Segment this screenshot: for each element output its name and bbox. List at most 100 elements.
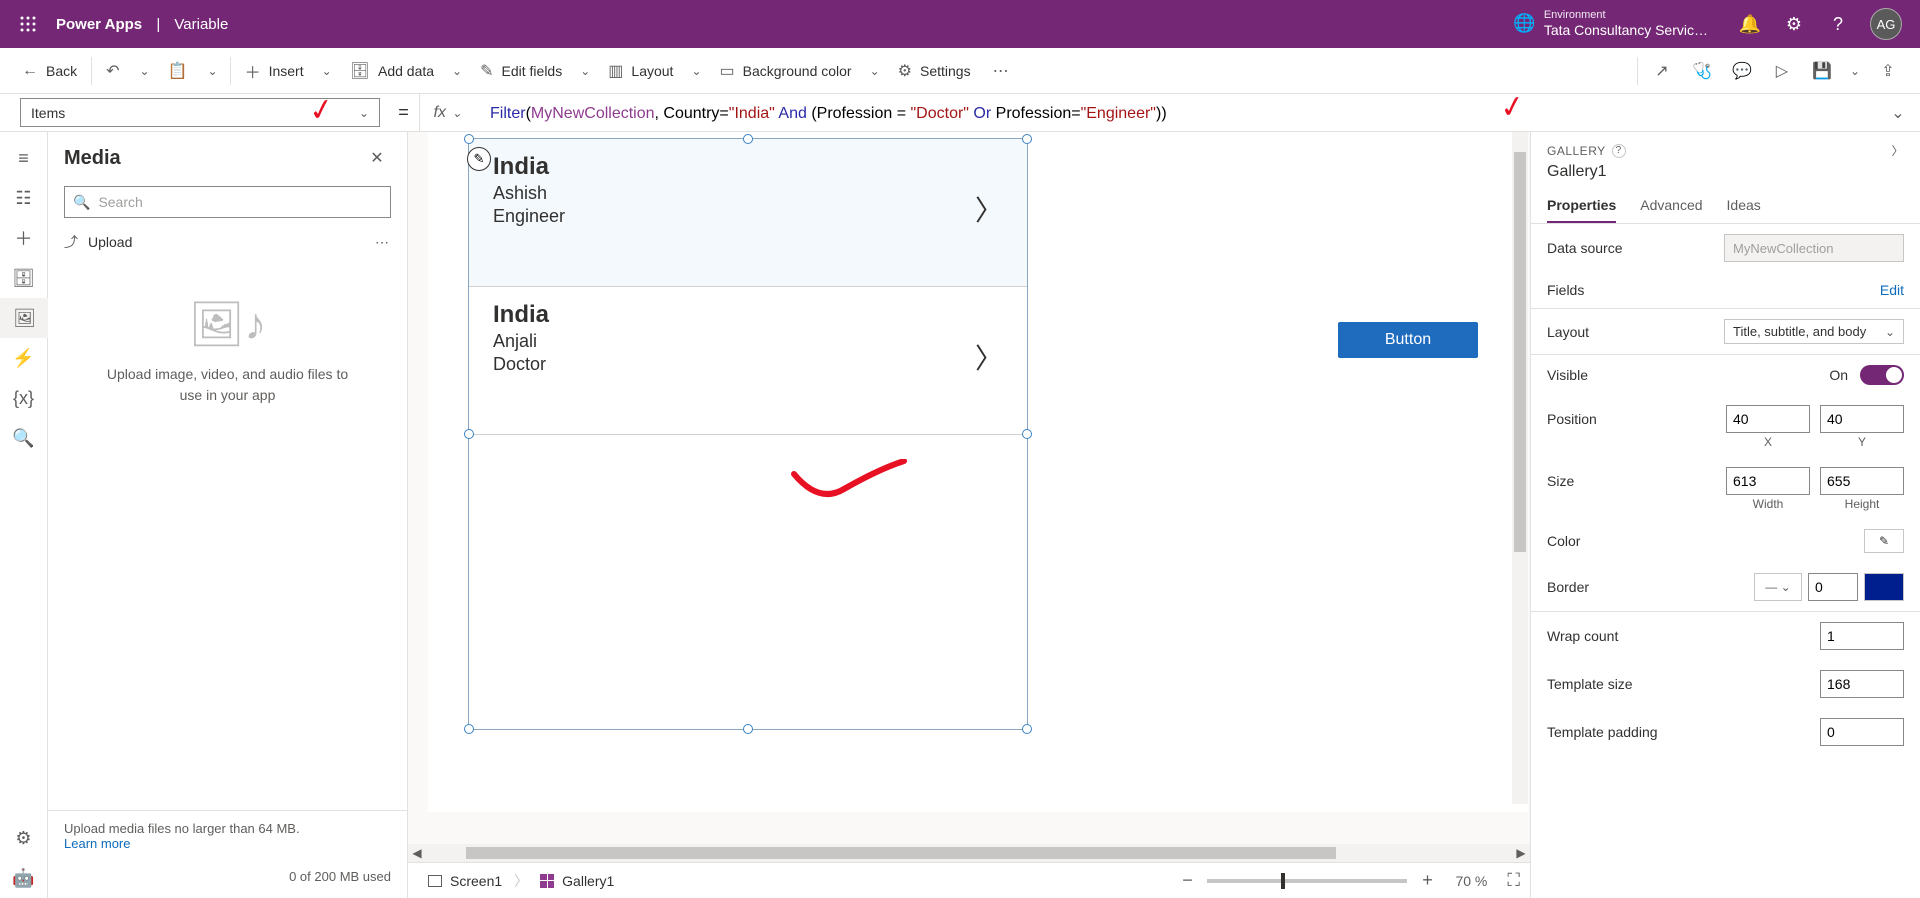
search-placeholder: Search — [98, 194, 142, 210]
search-rail-icon[interactable]: 🔍 — [0, 418, 48, 458]
fit-to-screen-icon[interactable]: ⛶ — [1507, 870, 1520, 891]
zoom-slider[interactable] — [1207, 879, 1407, 883]
zoom-out-button[interactable]: − — [1173, 870, 1201, 891]
resize-handle[interactable] — [1022, 724, 1032, 734]
close-icon[interactable]: ✕ — [363, 144, 391, 172]
border-color-picker[interactable] — [1864, 573, 1904, 601]
data-pane-icon[interactable]: 🗄 — [0, 258, 48, 298]
expand-formula-icon[interactable]: ⌄ — [1876, 103, 1920, 123]
comments-icon[interactable]: 💬 — [1722, 61, 1762, 81]
virtual-agent-icon[interactable]: 🤖 — [0, 858, 48, 898]
canvas-vscrollbar[interactable] — [1512, 132, 1528, 804]
resize-handle[interactable] — [743, 724, 753, 734]
background-color-menu[interactable]: ⌄ — [862, 48, 888, 93]
chevron-right-icon[interactable]: 〉 — [975, 337, 1003, 377]
resize-handle[interactable] — [743, 134, 753, 144]
avatar[interactable]: AG — [1870, 8, 1902, 40]
back-button[interactable]: ←Back — [12, 48, 87, 93]
background-color-button[interactable]: ▭Background color — [710, 48, 862, 93]
property-selector[interactable]: Items ✓ ⌄ — [20, 98, 380, 127]
position-x-input[interactable] — [1726, 405, 1810, 433]
border-width-input[interactable] — [1808, 573, 1858, 601]
tree-view-icon[interactable]: ☷ — [0, 178, 48, 218]
rail-settings-icon[interactable]: ⚙ — [0, 818, 48, 858]
settings-gear-icon[interactable]: ⚙ — [1772, 0, 1816, 48]
edit-fields-link[interactable]: Edit — [1880, 282, 1904, 298]
template-padding-input[interactable] — [1820, 718, 1904, 746]
help-icon[interactable]: ? — [1816, 0, 1860, 48]
share-icon[interactable]: ↗ — [1642, 61, 1682, 81]
scroll-right-icon[interactable]: ▶ — [1512, 846, 1530, 860]
resize-handle[interactable] — [464, 429, 474, 439]
layout-menu[interactable]: ⌄ — [683, 48, 709, 93]
resize-handle[interactable] — [464, 724, 474, 734]
environment-picker[interactable]: 🌐 Environment Tata Consultancy Servic… — [1513, 9, 1708, 39]
publish-icon[interactable]: ⇪ — [1868, 61, 1908, 81]
layout-selector[interactable]: Title, subtitle, and body⌄ — [1724, 319, 1904, 344]
chevron-right-icon[interactable]: 〉 — [975, 189, 1003, 229]
gallery-control[interactable]: ✎ India Ashish Engineer 〉 India Anjali D… — [468, 138, 1028, 730]
media-search-input[interactable]: 🔍 Search — [64, 186, 391, 218]
more-icon[interactable]: ⋯ — [375, 234, 391, 251]
tab-properties[interactable]: Properties — [1547, 189, 1616, 223]
overflow-menu[interactable]: ⋯ — [981, 61, 1021, 81]
settings-button[interactable]: ⚙Settings — [888, 48, 981, 93]
gallery-item[interactable]: India Anjali Doctor 〉 — [469, 287, 1027, 435]
formula-input[interactable]: Filter(MyNewCollection, Country="India" … — [484, 103, 1876, 123]
visible-toggle[interactable] — [1860, 365, 1904, 385]
gallery-item[interactable]: India Ashish Engineer 〉 — [469, 139, 1027, 287]
upload-button[interactable]: ⤴ Upload ⋯ — [48, 226, 407, 258]
tab-advanced[interactable]: Advanced — [1640, 189, 1702, 223]
height-input[interactable] — [1820, 467, 1904, 495]
color-picker[interactable]: ✎ — [1864, 529, 1904, 553]
learn-more-link[interactable]: Learn more — [64, 836, 391, 851]
data-source-selector[interactable]: MyNewCollection — [1724, 234, 1904, 262]
zoom-in-button[interactable]: + — [1413, 870, 1441, 891]
save-icon[interactable]: 💾 — [1802, 61, 1842, 81]
variables-icon[interactable]: {x} — [0, 378, 48, 418]
paste-menu[interactable]: ⌄ — [200, 48, 226, 93]
insert-menu[interactable]: ⌄ — [314, 48, 340, 93]
fx-label[interactable]: fx⌄ — [420, 104, 485, 122]
app-screen[interactable]: ✎ India Ashish Engineer 〉 India Anjali D… — [428, 132, 1528, 812]
resize-handle[interactable] — [1022, 134, 1032, 144]
paste-button[interactable]: 📋 — [158, 48, 200, 93]
prop-wrap-count-label: Wrap count — [1547, 628, 1820, 644]
breadcrumb-screen[interactable]: Screen1 — [418, 873, 512, 889]
template-size-input[interactable] — [1820, 670, 1904, 698]
save-menu[interactable]: ⌄ — [1842, 48, 1868, 93]
insert-pane-icon[interactable]: ＋ — [0, 218, 48, 258]
help-circle-icon[interactable]: ? — [1612, 144, 1626, 158]
hamburger-icon[interactable]: ≡ — [0, 138, 48, 178]
breadcrumb-gallery[interactable]: Gallery1 — [530, 873, 624, 889]
resize-handle[interactable] — [1022, 429, 1032, 439]
undo-menu[interactable]: ⌄ — [132, 48, 158, 93]
notifications-icon[interactable]: 🔔 — [1728, 0, 1772, 48]
layout-icon: ▥ — [608, 61, 623, 81]
waffle-icon[interactable] — [8, 16, 48, 32]
edit-fields-button[interactable]: ✎Edit fields — [470, 48, 572, 93]
layout-button[interactable]: ▥Layout — [598, 48, 683, 93]
border-style-selector[interactable]: — ⌄ — [1754, 573, 1802, 601]
canvas-hscrollbar[interactable]: ◀ ▶ — [408, 844, 1530, 862]
insert-button[interactable]: ＋Insert — [235, 48, 314, 93]
resize-handle[interactable] — [464, 134, 474, 144]
tab-ideas[interactable]: Ideas — [1727, 189, 1761, 223]
checker-icon[interactable]: 🩺 — [1682, 61, 1722, 81]
edit-fields-menu[interactable]: ⌄ — [572, 48, 598, 93]
position-y-input[interactable] — [1820, 405, 1904, 433]
edit-template-icon[interactable]: ✎ — [467, 147, 491, 171]
media-pane-icon[interactable]: 🖼 — [0, 298, 48, 338]
wrap-count-input[interactable] — [1820, 622, 1904, 650]
power-automate-icon[interactable]: ⚡ — [0, 338, 48, 378]
add-data-button[interactable]: 🗄Add data — [340, 48, 444, 93]
command-bar: ←Back ↶ ⌄ 📋 ⌄ ＋Insert ⌄ 🗄Add data ⌄ ✎Edi… — [0, 48, 1920, 94]
collapse-panel-icon[interactable]: 〉 — [1891, 142, 1904, 159]
app-header: Power Apps | Variable 🌐 Environment Tata… — [0, 0, 1920, 48]
undo-button[interactable]: ↶ — [96, 48, 131, 93]
preview-icon[interactable]: ▷ — [1762, 61, 1802, 81]
scroll-left-icon[interactable]: ◀ — [408, 846, 426, 860]
width-input[interactable] — [1726, 467, 1810, 495]
button-control[interactable]: Button — [1338, 322, 1478, 358]
add-data-menu[interactable]: ⌄ — [444, 48, 470, 93]
